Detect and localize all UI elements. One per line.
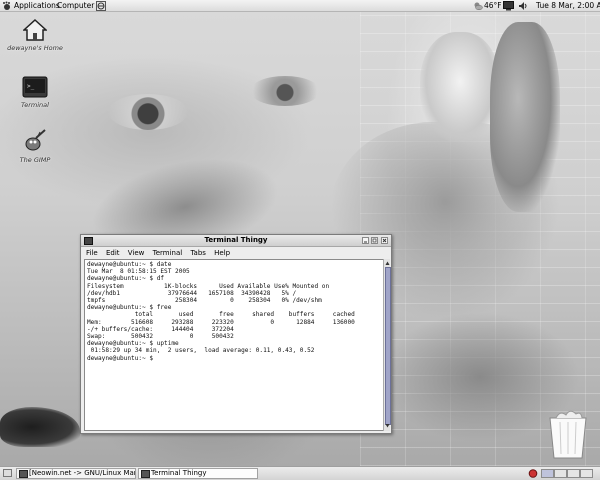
- workspace-4[interactable]: [580, 469, 593, 478]
- terminal-text-area[interactable]: dewayne@ubuntu:~ $ date Tue Mar 8 01:58:…: [84, 259, 384, 431]
- top-panel: Applications Computer 46°F Tue 8 Mar, 2:…: [0, 0, 600, 12]
- show-desktop-icon[interactable]: [3, 469, 12, 477]
- close-icon[interactable]: [381, 237, 388, 244]
- menu-view[interactable]: View: [128, 249, 145, 257]
- task-label: Terminal Thingy: [151, 469, 207, 477]
- web-browser-launcher-icon[interactable]: [96, 1, 106, 15]
- terminal-scrollbar[interactable]: [383, 259, 391, 431]
- task-button-terminal[interactable]: Terminal Thingy: [138, 468, 258, 479]
- desktop-icon-gimp[interactable]: The GIMP: [0, 128, 70, 164]
- terminal-window[interactable]: Terminal Thingy File Edit View Terminal …: [80, 234, 392, 434]
- desktop-icon-label: dewayne's Home: [7, 44, 63, 52]
- maximize-icon[interactable]: [371, 237, 378, 244]
- bottom-panel: [Neowin.net -> GNU/Linux Marc] Terminal …: [0, 466, 600, 480]
- minimize-icon[interactable]: [362, 237, 369, 244]
- workspace-2[interactable]: [554, 469, 567, 478]
- notification-icon[interactable]: [528, 469, 538, 482]
- window-title: Terminal Thingy: [204, 236, 268, 244]
- volume-icon[interactable]: [518, 1, 528, 15]
- workspace-3[interactable]: [567, 469, 580, 478]
- desktop-icon-label: Terminal: [21, 101, 49, 109]
- gimp-icon: [22, 128, 48, 154]
- weather-icon: [473, 1, 483, 15]
- terminal-output[interactable]: dewayne@ubuntu:~ $ date Tue Mar 8 01:58:…: [85, 260, 383, 363]
- task-button-neowin[interactable]: [Neowin.net -> GNU/Linux Marc]: [16, 468, 136, 479]
- terminal-window-icon: [141, 470, 150, 478]
- browser-window-icon: [19, 470, 28, 478]
- task-label: [Neowin.net -> GNU/Linux Marc]: [29, 469, 136, 477]
- menu-edit[interactable]: Edit: [106, 249, 120, 257]
- scroll-down-arrow-icon[interactable]: [385, 422, 390, 430]
- wallpaper-face-shape: [420, 32, 500, 142]
- weather-temperature[interactable]: 46°F: [484, 0, 502, 12]
- gnome-foot-icon[interactable]: [2, 1, 12, 11]
- wallpaper-eye-left: [108, 94, 188, 130]
- desktop-icon-home[interactable]: dewayne's Home: [0, 18, 70, 52]
- menu-terminal[interactable]: Terminal: [153, 249, 183, 257]
- menu-help[interactable]: Help: [214, 249, 230, 257]
- desktop-icon-label: The GIMP: [19, 156, 51, 164]
- wallpaper-shoe-shape: [0, 407, 80, 447]
- wallpaper-eye-right: [250, 76, 320, 106]
- scrollbar-thumb[interactable]: [385, 267, 391, 425]
- network-monitor-icon[interactable]: [503, 1, 514, 15]
- window-titlebar[interactable]: Terminal Thingy: [81, 235, 391, 247]
- menu-tabs[interactable]: Tabs: [190, 249, 206, 257]
- menu-file[interactable]: File: [86, 249, 98, 257]
- computer-menu[interactable]: Computer: [57, 0, 94, 12]
- applications-menu[interactable]: Applications: [14, 0, 60, 12]
- trash-icon[interactable]: [546, 408, 590, 460]
- home-icon: [22, 18, 48, 42]
- terminal-icon: >_: [22, 75, 48, 99]
- panel-clock[interactable]: Tue 8 Mar, 2:00 AM: [536, 0, 600, 12]
- window-menu-icon[interactable]: [84, 237, 93, 245]
- workspace-1[interactable]: [541, 469, 554, 478]
- wallpaper-hair-shape: [490, 22, 560, 212]
- desktop-icon-terminal[interactable]: >_ Terminal: [0, 75, 70, 109]
- terminal-menubar: File Edit View Terminal Tabs Help: [81, 247, 391, 259]
- svg-text:>_: >_: [27, 83, 35, 90]
